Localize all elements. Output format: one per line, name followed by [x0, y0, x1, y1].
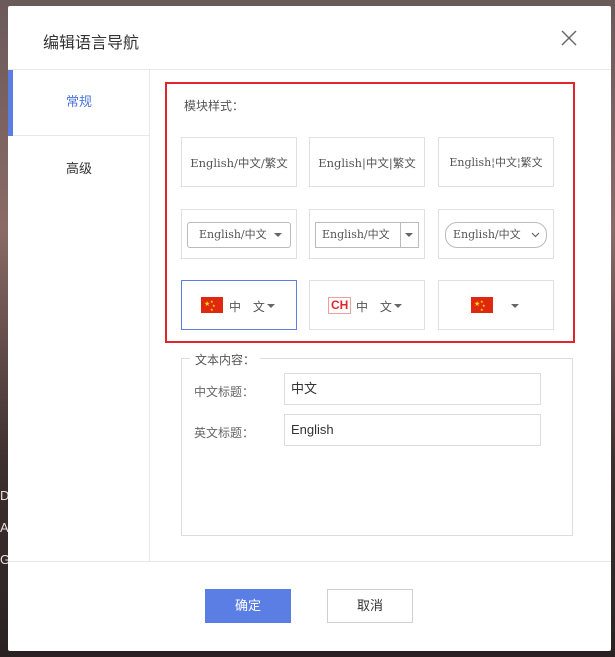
module-style-label: 模块样式：: [184, 99, 245, 113]
edit-language-nav-dialog: 编辑语言导航 常规 高级 模块样式： English/中文/繁文 English…: [8, 6, 611, 651]
chevron-down-icon: [274, 233, 283, 237]
style-option-text: 中 文: [356, 300, 396, 314]
chevron-down-icon: [405, 233, 413, 237]
dialog-content: 模块样式： English/中文/繁文 English|中文|繁文 Englis…: [150, 70, 611, 561]
text-content-fieldset: 文本内容： 中文标题： 中文 英文标题： English: [181, 351, 573, 536]
dropdown-preview: English/中文: [315, 222, 419, 248]
style-option-text: English/中文: [322, 228, 390, 241]
chinese-title-input[interactable]: 中文: [284, 373, 541, 405]
dropdown-divider: [400, 223, 401, 247]
confirm-button[interactable]: 确定: [205, 589, 291, 623]
style-option-dropdown-rounded[interactable]: English/中文: [438, 209, 554, 259]
style-option-pipe[interactable]: English|中文|繁文: [309, 137, 425, 187]
chevron-down-icon: [531, 232, 540, 238]
style-option-text: English¦中文¦繁文: [449, 156, 543, 169]
style-option-dropdown-split[interactable]: English/中文: [309, 209, 425, 259]
style-option-flag-text[interactable]: ★ ★ ★ ★ 中 文: [181, 280, 297, 330]
close-icon[interactable]: [559, 28, 579, 48]
text-content-legend: 文本内容：: [190, 351, 261, 368]
chevron-down-icon: [511, 304, 519, 308]
tab-general[interactable]: 常规: [8, 70, 150, 136]
english-title-input[interactable]: English: [284, 414, 541, 446]
module-style-panel: 模块样式： English/中文/繁文 English|中文|繁文 Englis…: [165, 82, 575, 343]
china-flag-icon: ★ ★ ★ ★: [471, 297, 493, 313]
style-option-dropdown-plain[interactable]: English/中文: [181, 209, 297, 259]
language-code-badge: CH: [328, 297, 352, 314]
cancel-button[interactable]: 取消: [327, 589, 413, 623]
style-option-text: English/中文: [453, 228, 521, 241]
dropdown-preview: English/中文: [187, 222, 291, 248]
style-option-text: English/中文/繁文: [190, 156, 288, 170]
style-option-text: 中 文: [229, 300, 269, 314]
style-option-text: English|中文|繁文: [318, 156, 416, 170]
dialog-title: 编辑语言导航: [43, 33, 140, 52]
dialog-footer: 确定 取消: [8, 561, 611, 651]
style-option-dotted-pipe[interactable]: English¦中文¦繁文: [438, 137, 554, 187]
style-option-slash[interactable]: English/中文/繁文: [181, 137, 297, 187]
style-option-text: English/中文: [199, 228, 267, 241]
style-option-code-text[interactable]: CH 中 文: [309, 280, 425, 330]
dialog-sidebar: 常规 高级: [8, 70, 150, 561]
dropdown-preview: English/中文: [445, 222, 547, 248]
english-title-label: 英文标题：: [194, 426, 255, 440]
tab-advanced[interactable]: 高级: [8, 137, 150, 203]
chinese-title-label: 中文标题：: [194, 385, 255, 399]
chevron-down-icon: [394, 304, 402, 308]
chevron-down-icon: [267, 304, 275, 308]
dialog-header: 编辑语言导航: [8, 6, 611, 70]
style-option-flag-only[interactable]: ★ ★ ★ ★: [438, 280, 554, 330]
china-flag-icon: ★ ★ ★ ★: [201, 297, 223, 313]
